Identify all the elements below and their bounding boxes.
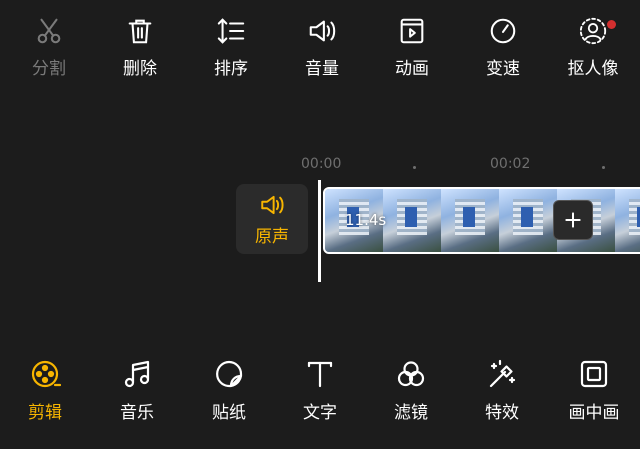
effects-tab[interactable]: 特效 [467, 356, 537, 423]
sort-button[interactable]: 排序 [196, 14, 266, 79]
edit-reel-icon [27, 356, 63, 392]
picture-in-picture-tab-label: 画中画 [568, 403, 620, 423]
sort-icon [214, 14, 248, 48]
original-audio-button[interactable]: 原声 [236, 184, 308, 254]
ruler-time-mid: 00:02 [490, 156, 531, 172]
speed-icon [486, 14, 520, 48]
clip-thumbnail [499, 189, 557, 252]
sort-label: 排序 [214, 59, 248, 79]
volume-icon [305, 14, 339, 48]
speed-button[interactable]: 变速 [468, 14, 538, 79]
plus-icon [565, 212, 581, 228]
filter-icon [393, 356, 429, 392]
playhead[interactable] [318, 180, 321, 282]
music-icon [119, 356, 155, 392]
effects-tab-label: 特效 [485, 403, 519, 423]
top-toolbar: 分割 删除 排序 音量 动画 变速 抠人像 [0, 0, 640, 90]
clip-thumbnail [383, 189, 441, 252]
edit-tab[interactable]: 剪辑 [10, 356, 80, 423]
sticker-icon [211, 356, 247, 392]
split-button[interactable]: 分割 [14, 14, 84, 79]
ruler-tick [413, 166, 416, 169]
speed-label: 变速 [486, 59, 520, 79]
animation-icon [395, 14, 429, 48]
filter-tab[interactable]: 滤镜 [376, 356, 446, 423]
picture-in-picture-tab[interactable]: 画中画 [559, 356, 629, 423]
effects-icon [484, 356, 520, 392]
text-icon [302, 356, 338, 392]
timeline-ruler: 00:00 00:02 [0, 156, 640, 178]
clip-thumbnail [615, 189, 640, 252]
ruler-time-start: 00:00 [301, 156, 342, 172]
delete-label: 删除 [123, 59, 157, 79]
music-tab[interactable]: 音乐 [102, 356, 172, 423]
filter-tab-label: 滤镜 [394, 403, 428, 423]
split-label: 分割 [32, 59, 66, 79]
delete-button[interactable]: 删除 [105, 14, 175, 79]
clip-thumbnail [441, 189, 499, 252]
music-tab-label: 音乐 [120, 403, 154, 423]
text-tab-label: 文字 [303, 403, 337, 423]
text-tab[interactable]: 文字 [285, 356, 355, 423]
animation-button[interactable]: 动画 [377, 14, 447, 79]
portrait-cutout-label: 抠人像 [567, 59, 619, 79]
bottom-toolbar: 剪辑 音乐 贴纸 文字 滤镜 特效 画中画 [0, 352, 640, 442]
picture-in-picture-icon [576, 356, 612, 392]
notification-badge [607, 20, 616, 29]
sticker-tab-label: 贴纸 [212, 403, 246, 423]
trash-icon [123, 14, 157, 48]
add-clip-button[interactable] [553, 200, 593, 240]
scissors-icon [32, 14, 66, 48]
portrait-cutout-button[interactable]: 抠人像 [558, 14, 628, 79]
speaker-icon [261, 195, 284, 214]
ruler-tick [602, 166, 605, 169]
animation-label: 动画 [395, 59, 429, 79]
clip-duration: 11.4s [345, 211, 387, 229]
volume-label: 音量 [305, 59, 339, 79]
volume-button[interactable]: 音量 [287, 14, 357, 79]
sticker-tab[interactable]: 贴纸 [194, 356, 264, 423]
portrait-cutout-icon [576, 14, 610, 48]
original-audio-label: 原声 [255, 226, 289, 247]
edit-tab-label: 剪辑 [28, 403, 62, 423]
